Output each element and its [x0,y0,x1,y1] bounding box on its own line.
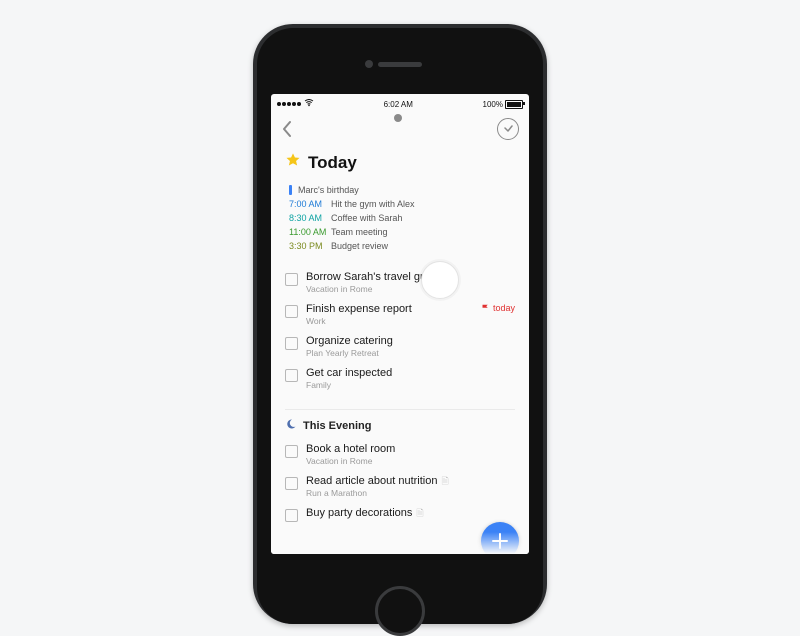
schedule-time: 8:30 AM [289,211,327,225]
home-button[interactable] [375,586,425,636]
schedule-label: Coffee with Sarah [331,211,402,225]
today-heading: Today [285,152,515,173]
task-title: Organize catering [306,335,515,348]
signal-icon [277,102,301,106]
task-item[interactable]: Organize cateringPlan Yearly Retreat [285,331,515,363]
task-project: Family [306,380,515,391]
schedule-list: Marc's birthday7:00 AM Hit the gym with A… [289,183,515,253]
checkbox[interactable] [285,273,298,286]
task-item[interactable]: Borrow Sarah's travel guideVacation in R… [285,267,515,299]
evening-section: This Evening Book a hotel roomVacation i… [285,409,515,526]
checkbox[interactable] [285,509,298,522]
task-title: Book a hotel room [306,443,515,456]
schedule-item[interactable]: 7:00 AM Hit the gym with Alex [289,197,515,211]
task-item[interactable]: Read article about nutrition🗎Run a Marat… [285,471,515,503]
schedule-label: Budget review [331,239,388,253]
phone-frame: 6:02 AM 100% [253,24,547,624]
task-title: Get car inspected [306,367,515,380]
task-title: Read article about nutrition🗎 [306,475,515,488]
schedule-item[interactable]: 3:30 PM Budget review [289,239,515,253]
task-item[interactable]: Finish expense reportWork today [285,299,515,331]
page-title: Today [308,153,357,173]
schedule-item[interactable]: Marc's birthday [289,183,515,197]
moon-icon [285,418,297,433]
evening-title: This Evening [303,420,371,432]
checkbox[interactable] [285,445,298,458]
schedule-label: Hit the gym with Alex [331,197,415,211]
checkbox[interactable] [285,477,298,490]
attachment-icon: 🗎 [441,476,448,486]
schedule-label: Marc's birthday [298,183,359,197]
status-bar: 6:02 AM 100% [271,94,529,112]
task-title: Buy party decorations🗎 [306,507,515,520]
schedule-time: 7:00 AM [289,197,327,211]
schedule-label: Team meeting [331,225,388,239]
task-item[interactable]: Buy party decorations🗎 [285,503,515,526]
task-title: Borrow Sarah's travel guide [306,271,515,284]
screen: 6:02 AM 100% [271,94,529,554]
checkbox[interactable] [285,337,298,350]
schedule-item[interactable]: 11:00 AM Team meeting [289,225,515,239]
grab-indicator-icon[interactable] [394,114,402,122]
task-project: Vacation in Rome [306,456,515,467]
task-project: Run a Marathon [306,488,515,499]
content-area[interactable]: Today Marc's birthday7:00 AM Hit the gym … [271,146,529,554]
deadline-flag: today [481,303,515,313]
star-icon [285,152,301,173]
task-project: Work [306,316,473,327]
back-button[interactable] [281,120,293,138]
battery-icon: 100% [483,100,523,109]
checkbox[interactable] [285,305,298,318]
task-title: Finish expense report [306,303,473,316]
schedule-item[interactable]: 8:30 AM Coffee with Sarah [289,211,515,225]
tasks-list: Borrow Sarah's travel guideVacation in R… [285,267,515,395]
schedule-time: 11:00 AM [289,225,327,239]
wifi-icon [304,99,314,109]
clock: 6:02 AM [384,100,413,109]
task-item[interactable]: Get car inspectedFamily [285,363,515,395]
schedule-time: 3:30 PM [289,239,327,253]
touch-hint-icon [421,261,459,299]
task-item[interactable]: Book a hotel roomVacation in Rome [285,439,515,471]
task-project: Vacation in Rome [306,284,515,295]
attachment-icon: 🗎 [416,508,423,518]
checkbox[interactable] [285,369,298,382]
settings-check-button[interactable] [497,118,519,140]
task-project: Plan Yearly Retreat [306,348,515,359]
